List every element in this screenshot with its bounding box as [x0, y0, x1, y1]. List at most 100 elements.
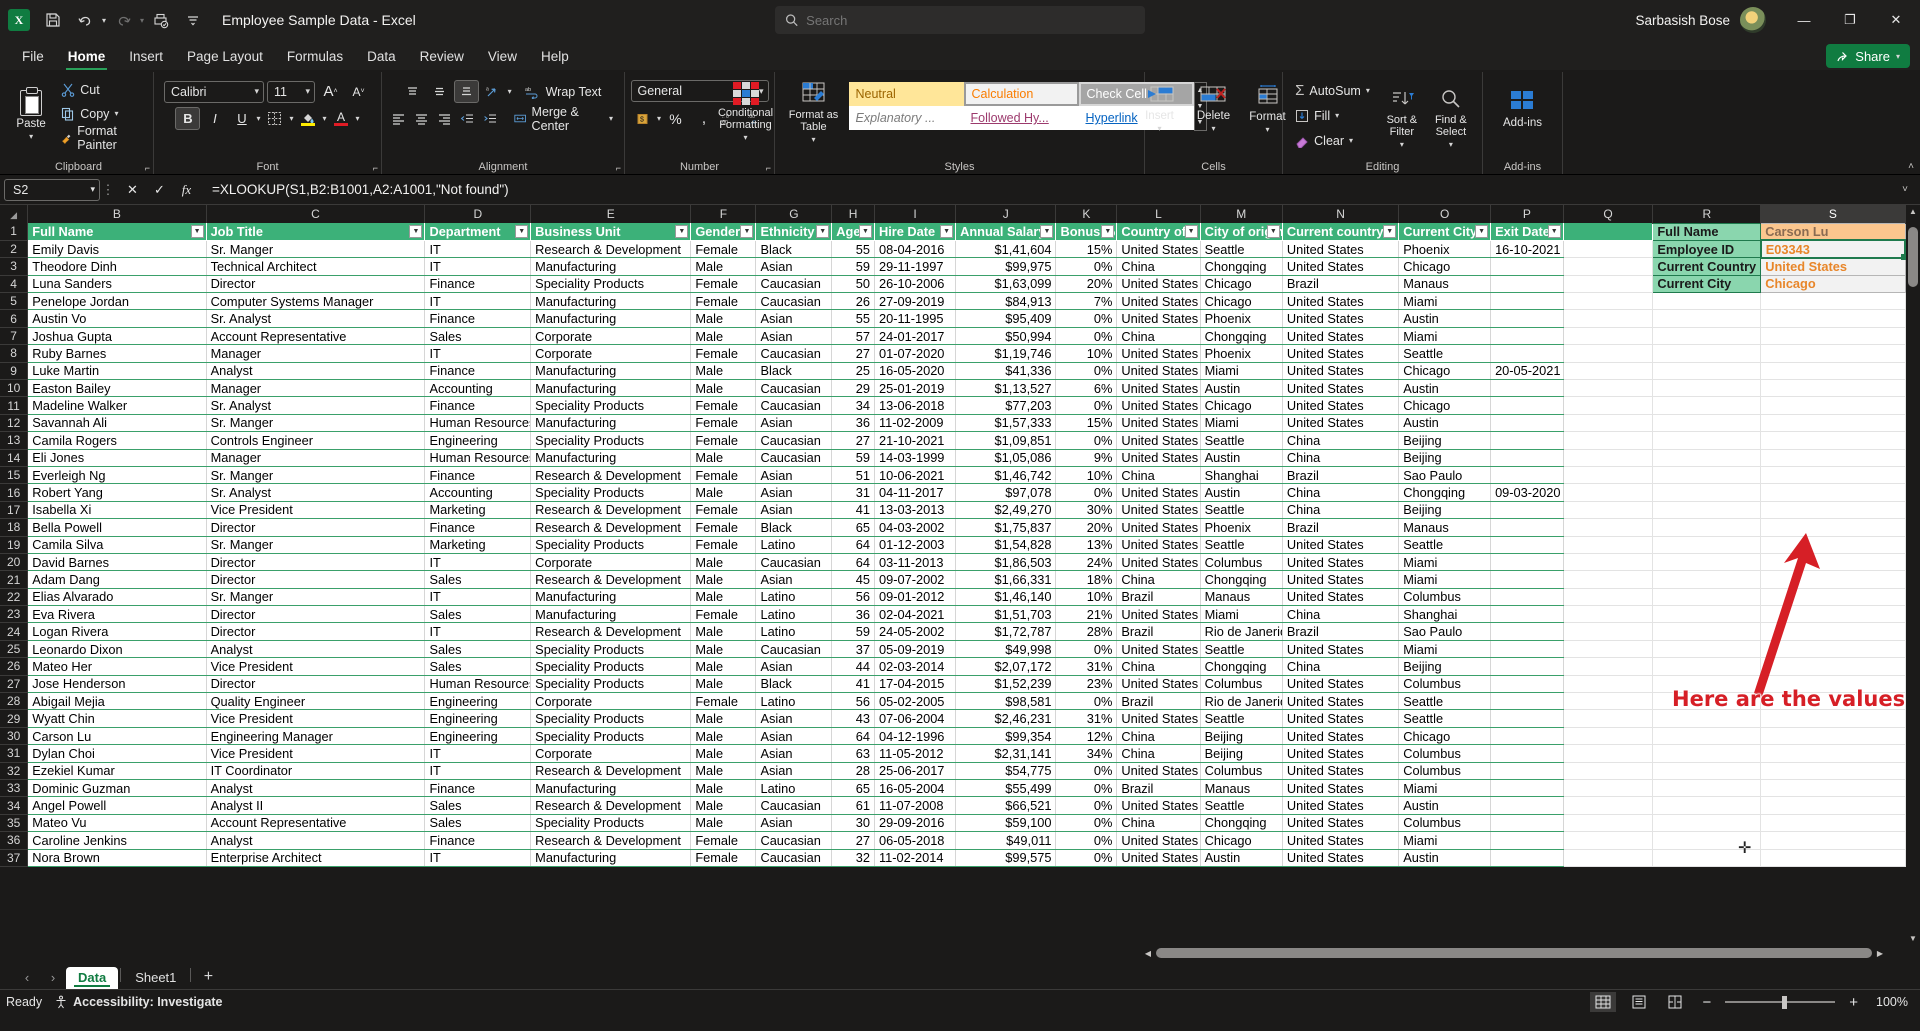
spreadsheet-grid[interactable]: ◢ B C D E F G H I J K L M N O P Q R S 1 Full Name ▼ Job Title ▼…: [0, 205, 1920, 945]
grid-cell[interactable]: United States: [1282, 675, 1400, 694]
grid-cell[interactable]: 01-07-2020: [874, 344, 957, 363]
grid-cell[interactable]: Caucasian: [755, 275, 833, 294]
grid-cell[interactable]: $1,63,099: [955, 275, 1057, 294]
grid-cell[interactable]: 20-11-1995: [874, 309, 957, 328]
grid-cell[interactable]: 34: [831, 396, 875, 415]
table-row[interactable]: 8 Ruby Barnes Manager IT Corporate Female Cauc…: [0, 344, 1906, 363]
grid-cell[interactable]: Phoenix: [1398, 240, 1492, 259]
share-dropdown-icon[interactable]: ▾: [1896, 52, 1900, 61]
row-header-17[interactable]: 17: [0, 501, 29, 520]
empty-cell[interactable]: [1563, 779, 1654, 798]
grid-cell[interactable]: Female: [690, 849, 757, 867]
grid-cell[interactable]: Seattle: [1200, 536, 1283, 554]
row-header-7[interactable]: 7: [0, 327, 29, 346]
grid-cell[interactable]: [1490, 431, 1564, 450]
format-as-table-button[interactable]: Format as Table ▾: [785, 78, 843, 144]
find-select-button[interactable]: Find & Select ▾: [1427, 81, 1475, 152]
grid-cell[interactable]: United States: [1116, 414, 1201, 433]
grid-cell[interactable]: Director: [206, 622, 426, 641]
row-header-20[interactable]: 20: [0, 553, 29, 572]
grid-cell[interactable]: 25-06-2017: [874, 762, 957, 781]
grid-cell[interactable]: 26: [831, 292, 875, 311]
grid-cell[interactable]: Asian: [755, 709, 833, 728]
autosum-dropdown-icon[interactable]: ▾: [1366, 86, 1370, 95]
grid-cell[interactable]: United States: [1116, 396, 1201, 415]
grid-cell[interactable]: Latino: [755, 588, 833, 607]
empty-cell[interactable]: [1563, 483, 1654, 502]
grid-cell[interactable]: Asian: [755, 657, 833, 676]
grid-cell[interactable]: Speciality Products: [530, 483, 692, 502]
grid-cell[interactable]: Manufacturing: [530, 414, 692, 433]
grid-cell[interactable]: Black: [755, 518, 833, 537]
grid-cell[interactable]: 06-05-2018: [874, 831, 957, 850]
grid-cell[interactable]: $2,46,231: [955, 709, 1057, 728]
grid-cell[interactable]: China: [1116, 466, 1201, 485]
orientation-icon[interactable]: a: [481, 80, 506, 103]
ribbon-tab-review[interactable]: Review: [408, 46, 476, 70]
grid-cell[interactable]: Male: [690, 709, 757, 728]
grid-cell[interactable]: Brazil: [1282, 518, 1400, 537]
grid-cell[interactable]: Manufacturing: [530, 309, 692, 328]
grid-cell[interactable]: Chongqing: [1200, 257, 1283, 276]
empty-cell[interactable]: [1760, 396, 1906, 415]
row-header-18[interactable]: 18: [0, 518, 29, 537]
empty-cell[interactable]: [1563, 675, 1654, 694]
grid-cell[interactable]: 18%: [1055, 570, 1118, 589]
grid-cell[interactable]: 28%: [1055, 622, 1118, 641]
grid-cell[interactable]: IT: [424, 292, 532, 311]
grid-cell[interactable]: [1490, 762, 1564, 781]
grid-cell[interactable]: [1490, 796, 1564, 815]
grid-cell[interactable]: [1490, 344, 1564, 363]
grid-cell[interactable]: Asian: [755, 744, 833, 763]
conditional-formatting-button[interactable]: Conditional Formatting ▾: [713, 78, 779, 142]
grid-cell[interactable]: Columbus: [1200, 675, 1283, 694]
grid-cell[interactable]: Male: [690, 779, 757, 798]
grid-cell[interactable]: Technical Architect: [206, 257, 426, 276]
scroll-down-icon[interactable]: ▼: [1906, 934, 1920, 943]
grid-cell[interactable]: Ruby Barnes: [27, 344, 207, 363]
grid-cell[interactable]: Vice President: [206, 744, 426, 763]
empty-cell[interactable]: [1563, 796, 1654, 815]
grid-cell[interactable]: 10-06-2021: [874, 466, 957, 485]
grid-cell[interactable]: 55: [831, 240, 875, 259]
grid-cell[interactable]: Manager: [206, 449, 426, 467]
grid-cell[interactable]: United States: [1116, 449, 1201, 467]
column-header-J[interactable]: J: [955, 205, 1057, 223]
grid-cell[interactable]: [1490, 275, 1564, 294]
grid-cell[interactable]: Jose Henderson: [27, 675, 207, 694]
grid-cell[interactable]: United States: [1116, 344, 1201, 363]
select-all-corner[interactable]: ◢: [0, 205, 29, 223]
grid-cell[interactable]: $66,521: [955, 796, 1057, 815]
grid-cell[interactable]: Finance: [424, 309, 532, 328]
grid-cell[interactable]: Analyst II: [206, 796, 426, 815]
grid-cell[interactable]: Asian: [755, 327, 833, 346]
vertical-scroll-thumb[interactable]: [1908, 227, 1918, 287]
grow-font-button[interactable]: A ˄: [318, 80, 343, 103]
insert-dropdown-icon[interactable]: ▾: [1157, 124, 1161, 133]
empty-cell[interactable]: [1563, 762, 1654, 781]
grid-cell[interactable]: Male: [690, 449, 757, 467]
grid-cell[interactable]: Columbus: [1398, 744, 1492, 763]
sheet-tab-sheet1[interactable]: Sheet1: [123, 967, 188, 989]
grid-cell[interactable]: 25: [831, 362, 875, 381]
grid-cell[interactable]: 21-10-2021: [874, 431, 957, 450]
grid-cell[interactable]: Brazil: [1116, 692, 1201, 711]
table-header-cell[interactable]: Business Unit ▼: [530, 223, 692, 241]
row-header-11[interactable]: 11: [0, 396, 29, 415]
grid-cell[interactable]: 02-04-2021: [874, 605, 957, 624]
ribbon-collapse-icon[interactable]: ˄: [1908, 161, 1914, 172]
grid-cell[interactable]: Austin: [1398, 796, 1492, 815]
grid-cell[interactable]: $84,913: [955, 292, 1057, 311]
grid-cell[interactable]: Account Representative: [206, 327, 426, 346]
grid-cell[interactable]: 63: [831, 744, 875, 763]
row-header-37[interactable]: 37: [0, 849, 29, 867]
empty-cell[interactable]: [1563, 327, 1654, 346]
grid-cell[interactable]: Chongqing: [1200, 657, 1283, 676]
grid-cell[interactable]: 16-05-2004: [874, 779, 957, 798]
comma-style-button[interactable]: ,: [690, 107, 715, 130]
table-row[interactable]: 17 Isabella Xi Vice President Marketing Rese…: [0, 501, 1906, 520]
grid-cell[interactable]: Logan Rivera: [27, 622, 207, 641]
ribbon-tab-page-layout[interactable]: Page Layout: [175, 46, 275, 70]
name-box[interactable]: S2 ▾: [4, 178, 100, 201]
grid-cell[interactable]: Female: [690, 466, 757, 485]
